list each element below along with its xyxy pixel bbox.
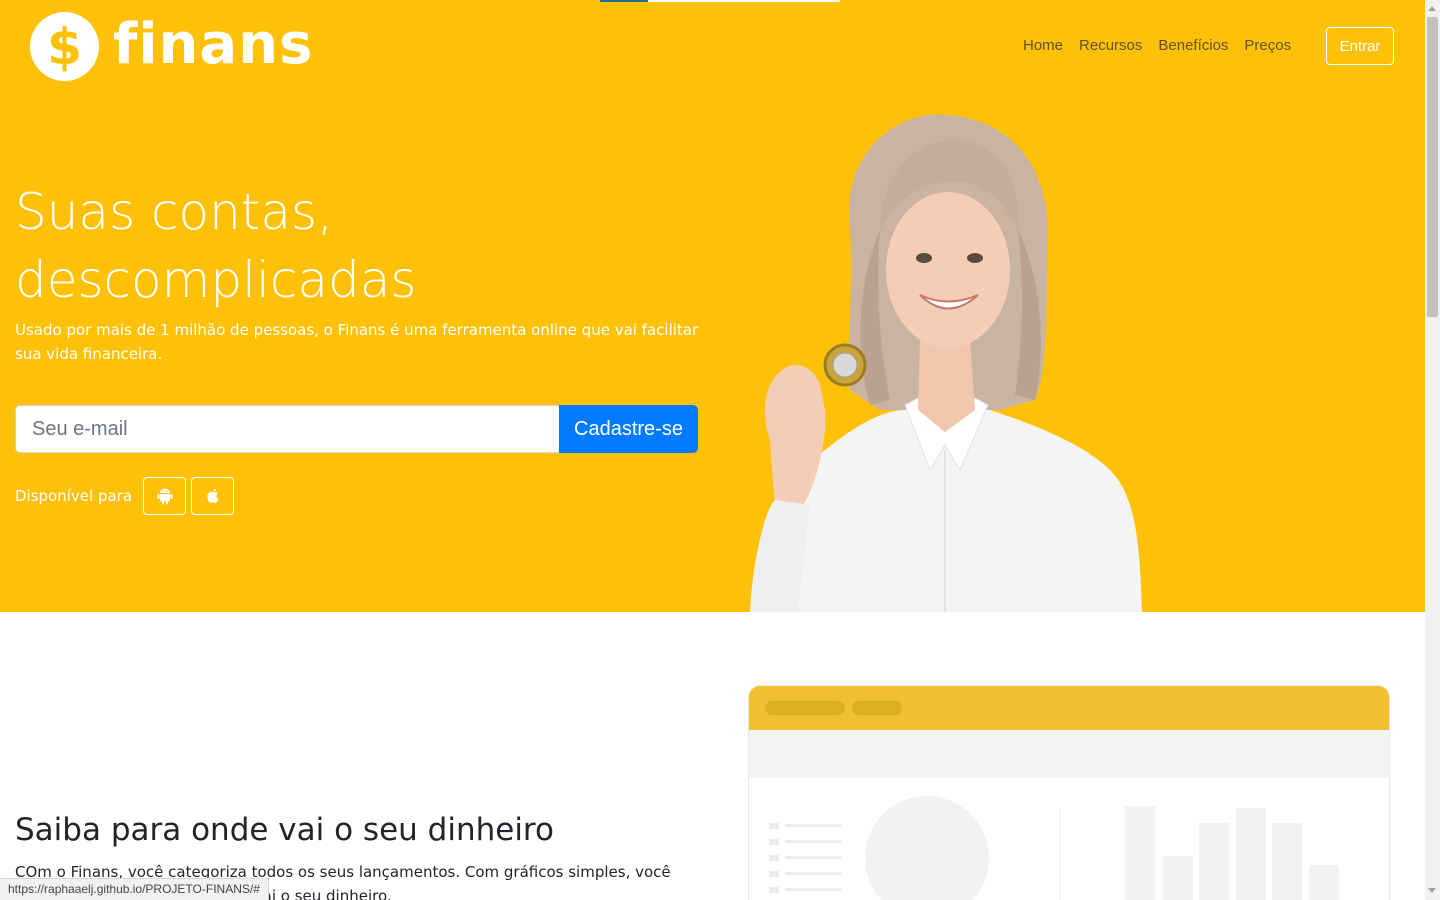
section-title: Saiba para onde vai o seu dinheiro [15,812,554,848]
android-icon [157,488,173,505]
nav-home[interactable]: Home [1023,37,1063,54]
main-nav: Home Recursos Benefícios Preços [1023,37,1291,54]
nav-recursos[interactable]: Recursos [1079,37,1142,54]
hero-title: Suas contas, descomplicadas [15,178,615,314]
page-scrollbar[interactable] [1425,0,1440,900]
apple-icon [206,488,218,503]
scroll-down-arrow-icon[interactable] [1428,888,1436,893]
android-store-button[interactable] [143,477,187,515]
browser-status-url: https://raphaaelj.github.io/PROJETO-FINA… [0,878,269,900]
available-label: Disponível para [15,487,133,505]
preview-header [749,686,1389,730]
preview-pill [852,701,902,715]
preview-subheader [749,730,1389,778]
apple-store-button[interactable] [191,477,235,515]
page-loading-bar [600,0,840,2]
scroll-up-arrow-icon[interactable] [1428,6,1436,11]
scrollbar-thumb[interactable] [1427,17,1438,317]
login-button[interactable]: Entrar [1326,27,1394,65]
signup-form: Cadastre-se [15,405,698,453]
signup-button[interactable]: Cadastre-se [559,405,698,453]
nav-beneficios[interactable]: Benefícios [1158,37,1228,54]
hero-description: Usado por mais de 1 milhão de pessoas, o… [15,321,699,363]
preview-pill [765,701,845,715]
app-dashboard-preview [748,685,1390,900]
preview-chart-placeholder [769,796,1339,900]
smiling-woman-holding-coin-image [750,114,1142,612]
hero-title-line2: descomplicadas [15,251,417,309]
hero-section: $ finans Home Recursos Benefícios Preços… [0,0,1425,612]
brand-name: finans [113,11,314,77]
hero-title-line1: Suas contas, [15,183,333,241]
nav-precos[interactable]: Preços [1244,37,1291,54]
available-platforms: Disponível para [15,477,235,515]
brand-logo[interactable]: $ finans [30,12,313,81]
dollar-coin-icon: $ [30,12,99,81]
email-input[interactable] [15,405,559,453]
